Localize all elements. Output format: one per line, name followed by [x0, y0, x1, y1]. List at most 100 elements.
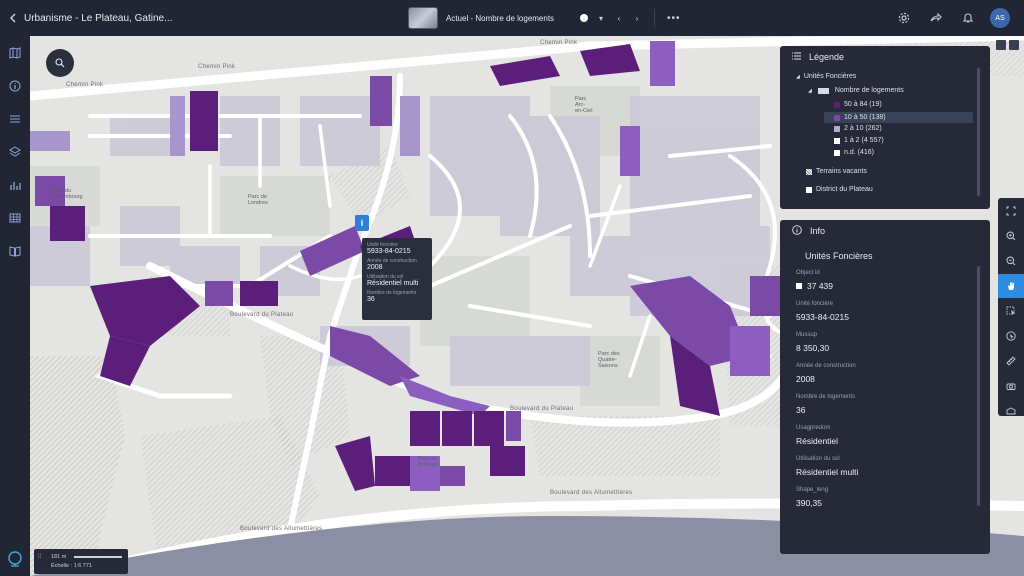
legend-group[interactable]: ◢ Unités Foncières: [796, 73, 856, 80]
logo-icon: [4, 548, 26, 570]
back-icon[interactable]: [2, 0, 24, 36]
basemap-icon[interactable]: [998, 399, 1024, 423]
camera-icon[interactable]: [998, 374, 1024, 398]
road-label: Boulevard des Allumettières: [550, 490, 633, 496]
object-id-value: 37 439: [807, 281, 833, 291]
legend-swatch: [834, 137, 840, 144]
road-label: Boulevard du Plateau: [510, 406, 574, 412]
layers-icon[interactable]: [0, 135, 30, 168]
scale-ratio: Échelle : 1:6 771: [51, 563, 92, 569]
legend-swatch: [806, 186, 812, 193]
pan-hand-icon[interactable]: [998, 274, 1024, 298]
avatar[interactable]: AS: [990, 8, 1010, 28]
checkbox-icon[interactable]: [796, 283, 802, 289]
chevron-left-icon[interactable]: ‹: [614, 14, 624, 23]
road-label: Boulevard du Plateau: [230, 312, 294, 318]
caret-down-icon: ◢: [808, 87, 812, 94]
gear-icon[interactable]: [894, 8, 914, 28]
legend-class: 2 à 10 (262): [834, 125, 882, 132]
field-key: Unité foncière: [796, 301, 834, 307]
park-area: [420, 256, 530, 346]
field-key: Usagpredom: [796, 425, 831, 431]
chart-icon[interactable]: [0, 168, 30, 201]
road-label: Chemin Pink: [540, 40, 578, 46]
list-icon[interactable]: [0, 102, 30, 135]
legend-district[interactable]: District du Plateau: [806, 186, 873, 193]
layer-stack-icon: [817, 87, 829, 94]
divider: [654, 9, 655, 27]
fullscreen-icon[interactable]: [998, 199, 1024, 223]
map-tools: [998, 198, 1024, 416]
legend-swatch: [834, 101, 840, 108]
table-icon[interactable]: [0, 201, 30, 234]
field-value: 390,35: [796, 498, 822, 508]
field-key: Shape_leng: [796, 487, 829, 493]
zoom-out-icon[interactable]: [998, 249, 1024, 273]
left-toolbar: [0, 36, 30, 576]
map-name[interactable]: Actuel - Nombre de logements: [446, 14, 572, 23]
caret-down-icon: ◢: [796, 73, 800, 80]
bell-icon[interactable]: [958, 8, 978, 28]
more-icon[interactable]: •••: [667, 13, 681, 24]
info-icon[interactable]: [0, 69, 30, 102]
legend-class: 50 à 84 (19): [834, 101, 882, 108]
field-value: 5933-84-0215: [796, 312, 849, 322]
place-label: Parc de Londres: [248, 194, 268, 206]
legend-group-label: Unités Foncières: [803, 73, 857, 80]
road-label: Chemin Pink: [66, 82, 104, 88]
map-thumbnail[interactable]: [408, 7, 438, 29]
info-pin-icon[interactable]: i: [355, 215, 369, 231]
tooltip-value: 5933-84-0215: [367, 248, 411, 255]
map-selector: Actuel - Nombre de logements ▾ ‹ › •••: [408, 7, 681, 29]
legend-vacant[interactable]: Terrains vacants: [806, 168, 867, 175]
legend-scrollbar[interactable]: [977, 68, 980, 196]
download-icon[interactable]: [1009, 40, 1019, 50]
scale-line: [74, 556, 122, 558]
vacant-land: [30, 356, 125, 576]
field-key: Nombre de logements: [796, 394, 856, 400]
ruler-icon[interactable]: [998, 349, 1024, 373]
drag-handle-icon[interactable]: ⁞⁞: [38, 554, 42, 567]
place-label: Parc des Quatre- Saisons: [598, 351, 620, 369]
legend-class: n.d. (416): [834, 149, 874, 156]
map-tooltip: Unité foncière 5933-84-0215 Année de con…: [362, 238, 432, 320]
legend-class-label: n.d. (416): [844, 149, 874, 156]
legend-panel: Légende ◢ Unités Foncières ◢ Nombre de l…: [780, 46, 990, 209]
map-search-button[interactable]: [46, 49, 74, 77]
place-label: Parc du Luxembourg: [52, 188, 83, 200]
field-value: Résidentiel: [796, 436, 839, 446]
field-key: Mussup: [796, 332, 818, 338]
legend-class-label: 50 à 84 (19): [844, 101, 882, 108]
chevron-right-icon[interactable]: ›: [632, 14, 642, 23]
park-area: [220, 176, 330, 236]
legend-district-label: District du Plateau: [816, 186, 873, 193]
chevron-down-icon[interactable]: ▾: [596, 14, 606, 23]
road-label: Boulevard des Allumettières: [240, 526, 323, 532]
park-area: [580, 336, 660, 406]
book-icon[interactable]: [0, 234, 30, 267]
status-dot-icon: [580, 14, 588, 22]
app-title: Urbanisme - Le Plateau, Gatine...: [24, 12, 173, 24]
select-area-icon[interactable]: [998, 299, 1024, 323]
map-icon[interactable]: [0, 36, 30, 69]
info-scrollbar[interactable]: [977, 266, 980, 506]
legend-layer-label: Nombre de logements: [834, 87, 904, 94]
legend-swatch: [834, 149, 840, 156]
tooltip-value: Résidentiel multi: [367, 280, 419, 287]
share-icon[interactable]: [926, 8, 946, 28]
field-value: Résidentiel multi: [796, 467, 859, 477]
info-title: Info: [810, 226, 826, 236]
field-value: 2008: [796, 374, 815, 384]
field-key: Object id: [796, 270, 820, 276]
legend-layer[interactable]: ◢ Nombre de logements: [808, 87, 904, 94]
field-key: Utilisation du sol: [796, 456, 840, 462]
legend-class: 1 à 2 (4 557): [834, 137, 884, 144]
zoom-in-icon[interactable]: [998, 224, 1024, 248]
pointer-icon[interactable]: [998, 324, 1024, 348]
legend-swatch: [834, 114, 840, 121]
legend-class: 10 à 50 (138): [824, 112, 973, 123]
info-icon: [792, 225, 802, 237]
field-value: 8 350,30: [796, 343, 830, 353]
legend-class-label: 10 à 50 (138): [844, 114, 886, 121]
screen-icon[interactable]: [996, 40, 1006, 50]
